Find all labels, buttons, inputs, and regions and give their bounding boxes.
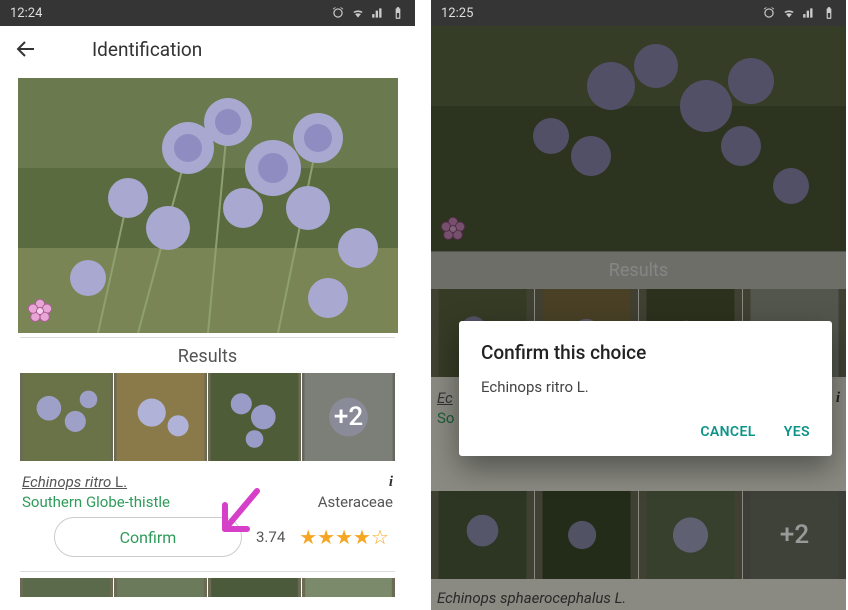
- signal-icon: [802, 6, 816, 20]
- signal-icon: [371, 6, 385, 20]
- page-title: Identification: [92, 38, 202, 61]
- wifi-icon: [782, 6, 796, 20]
- status-icons: [331, 6, 405, 20]
- result-thumbnail-more: +2: [743, 491, 846, 579]
- app-bar: Identification: [0, 26, 415, 72]
- species-latin-name: Echinops sphaerocephalus L.: [431, 579, 846, 610]
- confirm-dialog: Confirm this choice Echinops ritro L. CA…: [459, 321, 832, 456]
- flower-badge-icon: [26, 297, 54, 325]
- result-thumbnail[interactable]: [302, 578, 395, 597]
- screen-identification: 12:24 Identification: [0, 0, 415, 610]
- species-common-name: So: [437, 409, 454, 427]
- battery-icon: [391, 6, 405, 20]
- result-thumbnail[interactable]: [208, 578, 301, 597]
- result-thumbnail[interactable]: [114, 578, 207, 597]
- confidence-score: 3.74: [256, 528, 285, 546]
- dialog-title: Confirm this choice: [481, 341, 810, 364]
- species-latin-name[interactable]: Echinops ritro L.: [22, 473, 127, 491]
- wifi-icon: [351, 6, 365, 20]
- result-thumbnail[interactable]: [20, 578, 113, 597]
- more-count-overlay: +2: [302, 373, 395, 461]
- status-icons: [762, 6, 836, 20]
- result-thumbnail-more[interactable]: +2: [302, 373, 395, 461]
- alarm-icon: [762, 6, 776, 20]
- status-time: 12:24: [10, 6, 42, 21]
- result-thumbnail-row: [20, 571, 395, 597]
- alarm-icon: [331, 6, 345, 20]
- result-thumbnail[interactable]: [114, 373, 207, 461]
- results-heading: Results: [20, 337, 395, 373]
- species-common-name: Southern Globe-thistle: [22, 493, 170, 511]
- result-thumbnail: [535, 491, 638, 579]
- result-thumbnail: [639, 491, 742, 579]
- result-thumbnail-row: +2: [431, 491, 846, 579]
- status-bar: 12:25: [431, 0, 846, 26]
- flower-badge-icon: [439, 215, 467, 243]
- more-count-overlay: +2: [743, 491, 846, 579]
- result-thumbnail-row: +2: [20, 373, 395, 461]
- cancel-button[interactable]: CANCEL: [700, 424, 755, 440]
- query-image[interactable]: [18, 78, 398, 333]
- yes-button[interactable]: YES: [784, 424, 810, 440]
- status-bar: 12:24: [0, 0, 415, 26]
- back-icon[interactable]: [14, 37, 38, 61]
- screen-confirm-dialog: 12:25 Results: [431, 0, 846, 610]
- query-image: [431, 26, 846, 251]
- results-heading: Results: [431, 251, 846, 289]
- info-icon: i: [836, 390, 840, 407]
- status-time: 12:25: [441, 6, 473, 21]
- result-thumbnail[interactable]: [208, 373, 301, 461]
- result-thumbnail: [431, 491, 534, 579]
- confirm-button[interactable]: Confirm: [54, 517, 242, 557]
- battery-icon: [822, 6, 836, 20]
- dialog-body: Echinops ritro L.: [481, 378, 810, 396]
- info-icon[interactable]: i: [389, 474, 393, 491]
- result-thumbnail[interactable]: [20, 373, 113, 461]
- species-family: Asteraceae: [318, 493, 393, 511]
- rating-stars: ★★★★☆: [299, 525, 389, 549]
- species-latin-name: Ec: [437, 389, 453, 407]
